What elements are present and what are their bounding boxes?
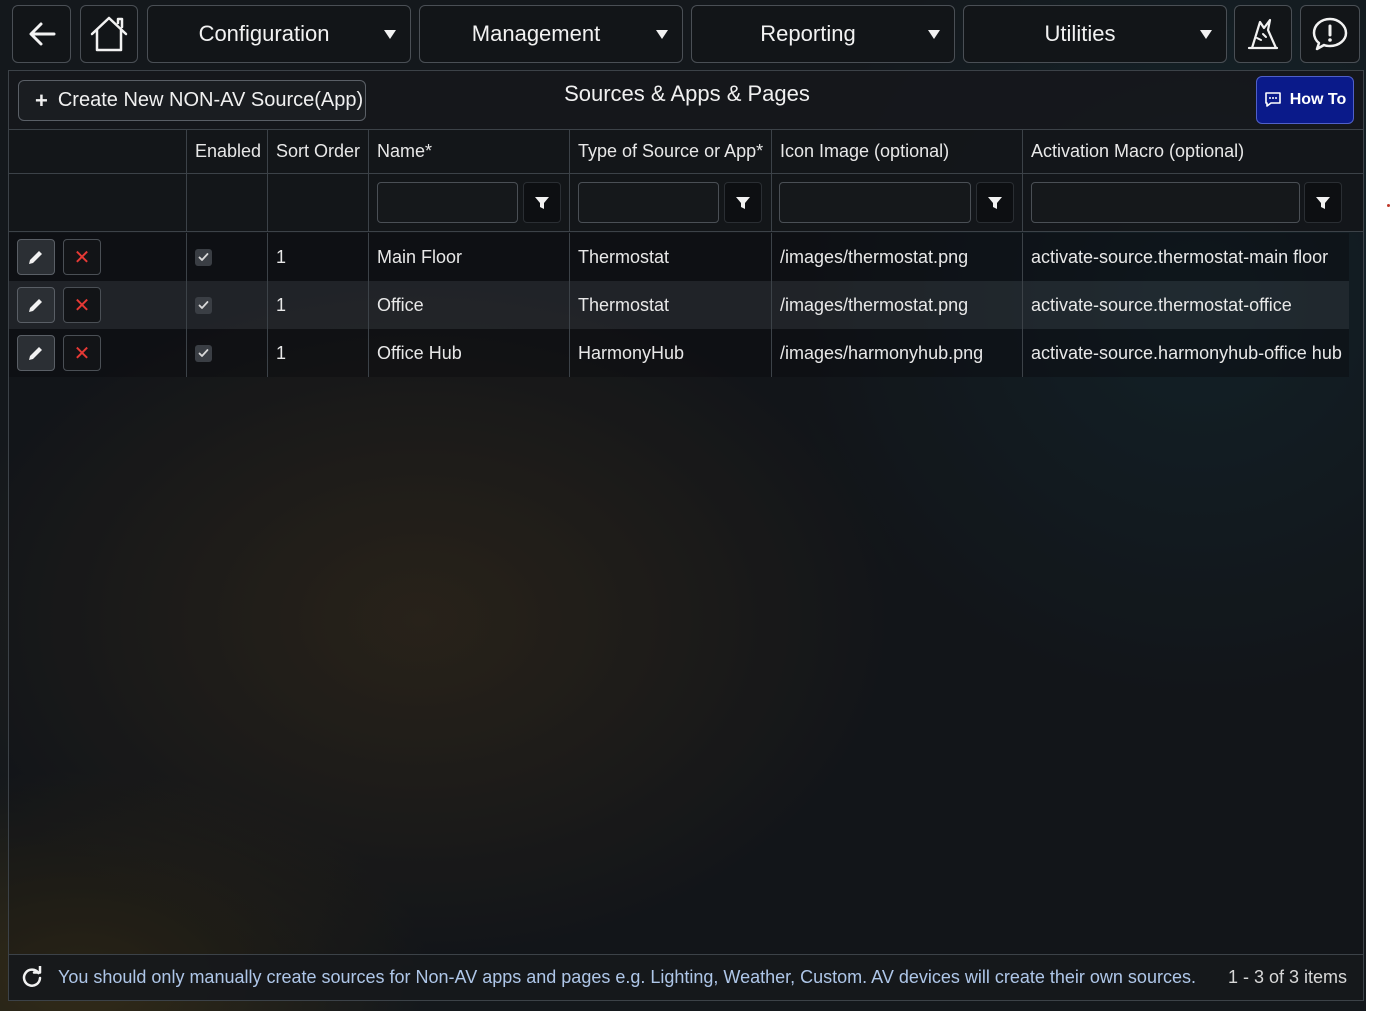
filter-cell-sort-order: [267, 174, 368, 231]
menu-reporting-label: Reporting: [760, 21, 856, 46]
column-header-enabled[interactable]: Enabled: [186, 130, 267, 173]
activation-macro-cell: activate-source.harmonyhub-office hub: [1022, 329, 1350, 377]
footer-hint-message: You should only manually create sources …: [58, 967, 1196, 987]
enabled-checkbox[interactable]: [195, 345, 212, 362]
edit-row-button[interactable]: [17, 239, 55, 275]
arrow-left-icon: [29, 22, 55, 46]
icon-image-filter-input[interactable]: [779, 182, 971, 223]
grid-footer: You should only manually create sources …: [9, 954, 1363, 1000]
chat-icon: [1264, 92, 1281, 107]
caret-down-icon: [928, 30, 940, 39]
menu-management-label: Management: [471, 21, 601, 46]
caret-down-icon: [656, 30, 668, 39]
filter-cell-enabled: [186, 174, 267, 231]
red-dot-marker: [1387, 204, 1390, 207]
type-cell: Thermostat: [569, 281, 771, 329]
column-header-type[interactable]: Type of Source or App*: [569, 130, 771, 173]
delete-row-button[interactable]: ✕: [63, 287, 101, 323]
pencil-icon: [29, 251, 42, 264]
column-header-actions: [9, 130, 186, 173]
icon-image-cell: /images/thermostat.png: [771, 281, 1022, 329]
pencil-icon: [29, 347, 42, 360]
page-title: Sources & Apps & Pages: [564, 81, 810, 106]
type-cell: HarmonyHub: [569, 329, 771, 377]
type-cell: Thermostat: [569, 233, 771, 281]
how-to-button[interactable]: How To: [1256, 76, 1354, 124]
check-icon: [198, 301, 209, 309]
pencil-icon: [29, 299, 42, 312]
activation-macro-cell: activate-source.thermostat-office: [1022, 281, 1350, 329]
menu-utilities[interactable]: Utilities: [963, 5, 1227, 63]
menu-configuration-label: Configuration: [198, 21, 330, 46]
funnel-icon: [736, 196, 750, 209]
grid-filter-row: [9, 174, 1363, 232]
close-icon: ✕: [73, 294, 91, 317]
caret-down-icon: [384, 30, 396, 39]
funnel-icon: [1316, 196, 1330, 209]
create-source-label: Create New NON-AV Source(App): [57, 89, 364, 111]
how-to-label: How To: [1289, 91, 1347, 108]
name-cell: Office: [368, 281, 569, 329]
icon-image-cell: /images/harmonyhub.png: [771, 329, 1022, 377]
activation-macro-filter-button[interactable]: [1304, 182, 1342, 223]
app-window: Configuration Management Reporting Utili…: [0, 0, 1366, 1011]
close-icon: ✕: [73, 342, 91, 365]
pager-item-count: 1 - 3 of 3 items: [1227, 967, 1347, 987]
refresh-icon: [22, 965, 42, 987]
home-icon: [90, 16, 128, 52]
activation-macro-cell: activate-source.thermostat-main floor: [1022, 233, 1350, 281]
type-filter-button[interactable]: [724, 182, 762, 223]
refresh-button[interactable]: [21, 965, 43, 993]
home-button[interactable]: [80, 5, 138, 63]
table-row: ✕ 1 Office Hub HarmonyHub /images/harmon…: [9, 329, 1349, 377]
feedback-button[interactable]: [1300, 5, 1360, 63]
column-header-icon-image[interactable]: Icon Image (optional): [771, 130, 1022, 173]
wizard-button[interactable]: [1234, 5, 1292, 63]
funnel-icon: [988, 196, 1002, 209]
delete-row-button[interactable]: ✕: [63, 335, 101, 371]
main-panel: + Create New NON-AV Source(App) Sources …: [8, 70, 1364, 1001]
icon-image-cell: /images/thermostat.png: [771, 233, 1022, 281]
sort-order-cell: 1: [267, 329, 368, 377]
funnel-icon: [535, 196, 549, 209]
icon-image-filter-button[interactable]: [976, 182, 1014, 223]
plus-icon: +: [35, 87, 48, 113]
delete-row-button[interactable]: ✕: [63, 239, 101, 275]
name-cell: Main Floor: [368, 233, 569, 281]
grid-header-row: Enabled Sort Order Name* Type of Source …: [9, 130, 1363, 174]
menu-reporting[interactable]: Reporting: [691, 5, 955, 63]
column-header-sort-order[interactable]: Sort Order: [267, 130, 368, 173]
check-icon: [198, 253, 209, 261]
activation-macro-filter-input[interactable]: [1031, 182, 1300, 223]
create-source-button[interactable]: + Create New NON-AV Source(App): [18, 80, 366, 121]
type-filter-input[interactable]: [578, 182, 719, 223]
menu-management[interactable]: Management: [419, 5, 683, 63]
column-header-activation-macro[interactable]: Activation Macro (optional): [1022, 130, 1350, 173]
enabled-checkbox[interactable]: [195, 297, 212, 314]
table-row: ✕ 1 Office Thermostat /images/thermostat…: [9, 281, 1349, 329]
top-navigation: Configuration Management Reporting Utili…: [0, 0, 1366, 68]
column-header-name[interactable]: Name*: [368, 130, 569, 173]
name-filter-input[interactable]: [377, 182, 518, 223]
sort-order-cell: 1: [267, 281, 368, 329]
grid-toolbar: + Create New NON-AV Source(App) Sources …: [9, 71, 1363, 130]
menu-configuration[interactable]: Configuration: [147, 5, 411, 63]
table-row: ✕ 1 Main Floor Thermostat /images/thermo…: [9, 233, 1349, 281]
message-alert-icon: [1312, 17, 1348, 51]
wizard-hat-icon: [1247, 18, 1279, 50]
name-cell: Office Hub: [368, 329, 569, 377]
menu-utilities-label: Utilities: [1044, 21, 1116, 46]
edit-row-button[interactable]: [17, 287, 55, 323]
back-button[interactable]: [12, 5, 71, 63]
close-icon: ✕: [73, 246, 91, 269]
caret-down-icon: [1200, 30, 1212, 39]
name-filter-button[interactable]: [523, 182, 561, 223]
sort-order-cell: 1: [267, 233, 368, 281]
edit-row-button[interactable]: [17, 335, 55, 371]
enabled-checkbox[interactable]: [195, 249, 212, 266]
filter-cell-actions: [9, 174, 186, 231]
check-icon: [198, 349, 209, 357]
